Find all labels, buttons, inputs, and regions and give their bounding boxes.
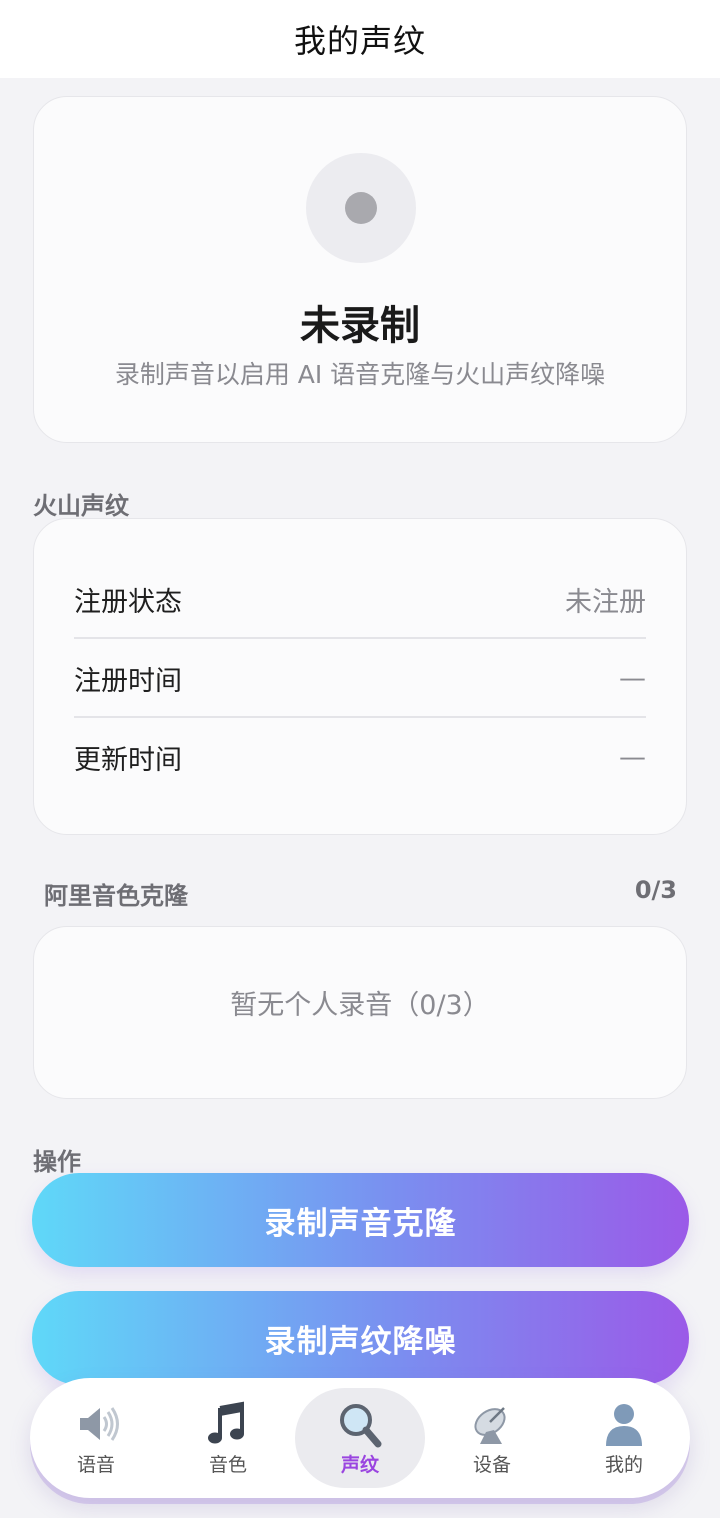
user-icon <box>606 1403 642 1446</box>
recording-status-card: 未录制 录制声音以启用 AI 语音克隆与火山声纹降噪 <box>33 96 687 443</box>
actions-section-label: 操作 <box>33 1148 81 1176</box>
tab-label: 语音 <box>76 1453 115 1476</box>
empty-recordings-text: 暂无个人录音（0/3） <box>230 990 490 1021</box>
ali-clone-card: 暂无个人录音（0/3） <box>33 926 687 1099</box>
info-row-label: 注册时间 <box>74 665 182 697</box>
status-title: 未录制 <box>300 303 420 349</box>
tab-mine[interactable]: 我的 <box>559 1388 689 1488</box>
top-bar: 我的声纹 <box>0 0 720 78</box>
magnifier-icon <box>340 1403 382 1447</box>
tab-voice[interactable]: 语音 <box>31 1388 161 1488</box>
info-row-register-time: 注册时间 — <box>74 638 646 718</box>
info-row-value: — <box>619 662 646 694</box>
bottom-tab-bar: 语音 音色 声纹 设备 我的 <box>30 1378 690 1498</box>
record-denoise-button[interactable]: 录制声纹降噪 <box>32 1291 689 1385</box>
tab-device[interactable]: 设备 <box>427 1388 557 1488</box>
tab-label: 声纹 <box>340 1453 379 1476</box>
info-row-label: 更新时间 <box>74 744 182 776</box>
tab-label: 设备 <box>472 1453 511 1476</box>
info-row-label: 注册状态 <box>74 586 182 618</box>
volc-section-label: 火山声纹 <box>33 492 129 520</box>
speaker-icon <box>80 1406 119 1441</box>
info-row-value: — <box>619 741 646 773</box>
tab-voiceprint[interactable]: 声纹 <box>295 1388 425 1488</box>
tab-label: 我的 <box>604 1453 643 1476</box>
satellite-dish-icon <box>474 1406 506 1444</box>
music-note-icon <box>208 1401 244 1443</box>
volc-info-card: 注册状态 未注册 注册时间 — 更新时间 — <box>33 518 687 835</box>
tab-timbre[interactable]: 音色 <box>163 1388 293 1488</box>
info-row-register-status: 注册状态 未注册 <box>74 559 646 639</box>
page-title: 我的声纹 <box>293 22 426 60</box>
record-dot-icon <box>345 192 377 224</box>
info-row-update-time: 更新时间 — <box>74 717 646 797</box>
info-row-value: 未注册 <box>565 586 646 618</box>
status-subtitle: 录制声音以启用 AI 语音克隆与火山声纹降噪 <box>114 360 606 389</box>
record-clone-button[interactable]: 录制声音克隆 <box>32 1173 689 1267</box>
tab-label: 音色 <box>208 1453 247 1476</box>
ali-clone-count: 0/3 <box>634 876 677 904</box>
ali-section-label: 阿里音色克隆 <box>44 882 188 910</box>
record-status-icon <box>306 153 416 263</box>
